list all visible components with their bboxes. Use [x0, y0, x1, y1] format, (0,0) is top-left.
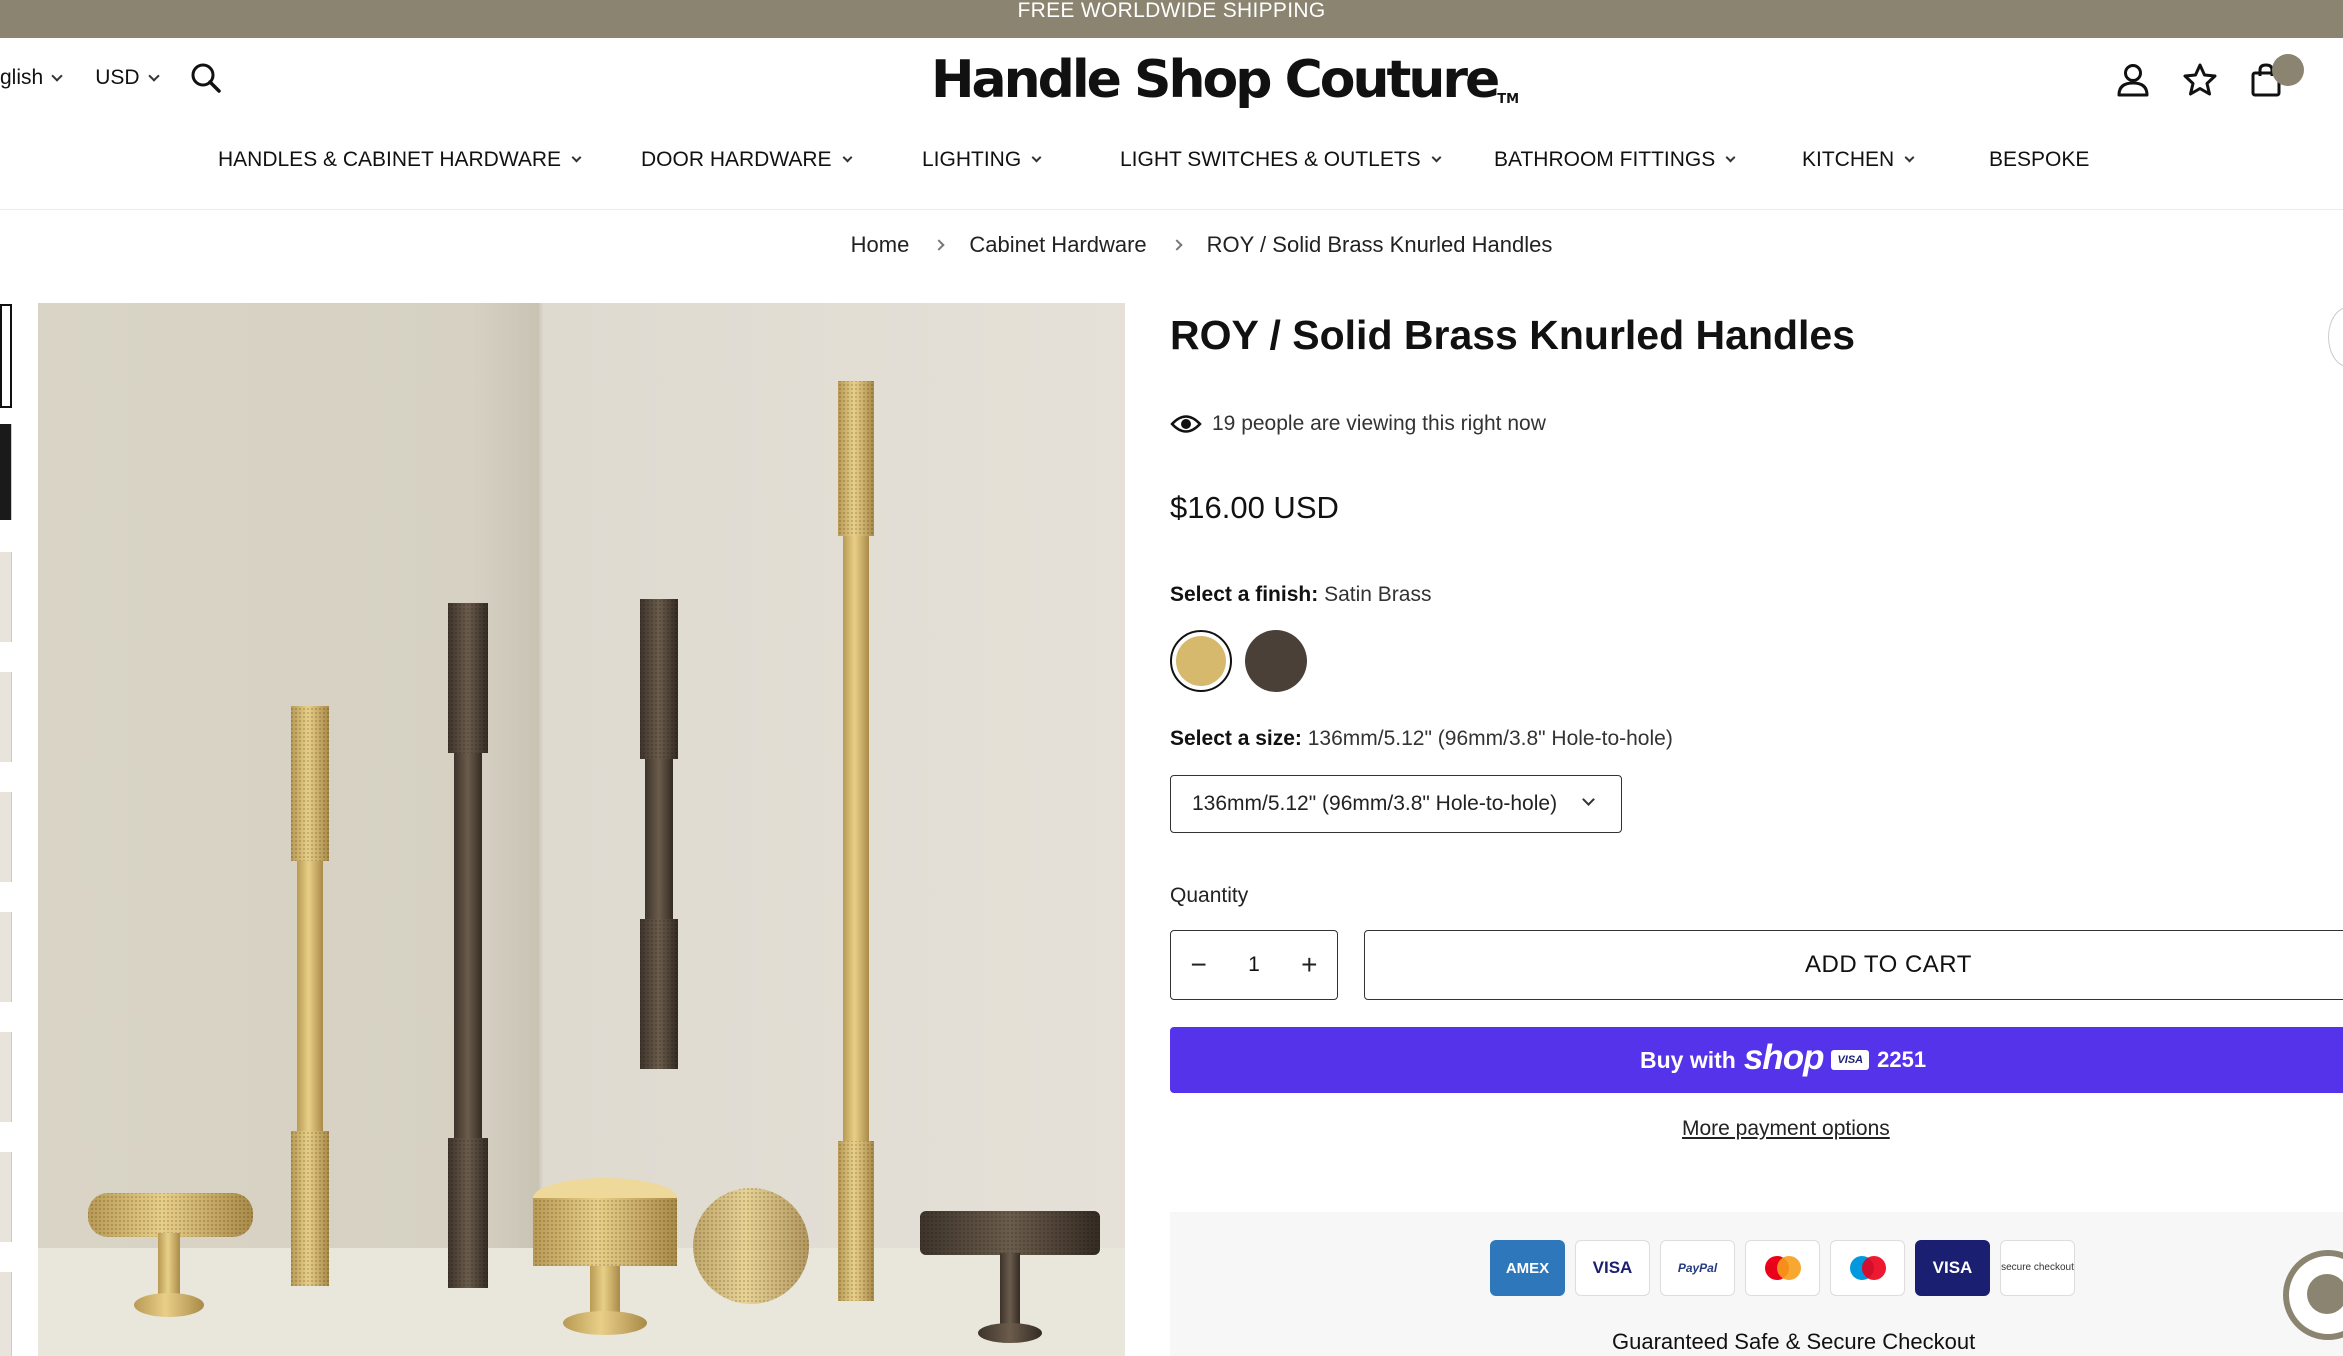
thumbnail[interactable]: [0, 672, 12, 762]
quantity-label: Quantity: [1170, 884, 1249, 907]
nav-item-kitchen[interactable]: KITCHEN: [1802, 148, 1915, 172]
shop-pay-button[interactable]: Buy with shop VISA 2251: [1170, 1027, 2343, 1093]
more-payment-options-link[interactable]: More payment options: [1682, 1117, 1890, 1141]
chevron-down-icon: [1904, 152, 1915, 163]
quantity-input[interactable]: 1: [1226, 953, 1281, 977]
logo-text: Handle Shop Couture: [931, 50, 1500, 110]
nav-item-light-switches[interactable]: LIGHT SWITCHES & OUTLETS: [1120, 148, 1442, 172]
nav-item-bespoke[interactable]: BESPOKE: [1989, 148, 2089, 172]
site-logo[interactable]: Handle Shop CoutureTM: [931, 50, 1519, 110]
nav-label: LIGHT SWITCHES & OUTLETS: [1120, 148, 1421, 171]
announcement-text: FREE WORLDWIDE SHIPPING: [1017, 0, 1326, 22]
chevron-down-icon: [842, 152, 853, 163]
quantity-decrease-button[interactable]: −: [1171, 949, 1226, 981]
breadcrumb-category[interactable]: Cabinet Hardware: [969, 232, 1146, 258]
thumbnail-strip: [0, 300, 14, 1356]
product-image[interactable]: [38, 303, 1125, 1356]
size-value: 136mm/5.12" (96mm/3.8" Hole-to-hole): [1307, 727, 1673, 750]
thumbnail[interactable]: [0, 304, 12, 408]
viewers-notice: 19 people are viewing this right now: [1170, 412, 1546, 436]
shop-pay-logo: shop: [1743, 1038, 1825, 1077]
chevron-down-icon: [51, 69, 63, 82]
finish-label: Select a finish: Satin Brass: [1170, 583, 1431, 607]
announcement-bar: FREE WORLDWIDE SHIPPING: [0, 0, 2343, 38]
cart-count-badge: [2272, 54, 2304, 86]
eye-icon: [1170, 415, 1202, 433]
language-selector[interactable]: glish: [0, 66, 63, 90]
chevron-down-icon: [1431, 152, 1442, 163]
locale-selectors: glish USD: [0, 66, 160, 90]
trust-text: Guaranteed Safe & Secure Checkout: [1612, 1329, 1976, 1354]
nav-item-bathroom[interactable]: BATHROOM FITTINGS: [1494, 148, 1736, 172]
quantity-increase-button[interactable]: +: [1282, 949, 1337, 981]
maestro-icon: [1830, 1240, 1905, 1296]
search-button[interactable]: [188, 60, 224, 96]
chevron-down-icon: [147, 69, 160, 82]
nav-label: DOOR HARDWARE: [641, 148, 832, 171]
thumbnail[interactable]: [0, 1272, 12, 1356]
site-header: glish USD Handle Shop CoutureTM HANDLES …: [0, 38, 2343, 210]
card-last4: 2251: [1877, 1047, 1927, 1072]
payment-cards: AMEX VISA PayPal VISA secure checkout: [1490, 1240, 2075, 1296]
finish-label-title: Select a finish:: [1170, 583, 1319, 606]
thumbnail[interactable]: [0, 792, 12, 882]
chevron-down-icon: [571, 152, 582, 163]
currency-selector[interactable]: USD: [95, 66, 160, 90]
product-photo-illustration: [38, 381, 1125, 1356]
thumbnail[interactable]: [0, 424, 12, 520]
trust-badges: AMEX VISA PayPal VISA secure checkout Gu…: [1170, 1212, 2343, 1356]
visa-card-icon: VISA: [1831, 1050, 1870, 1070]
mastercard-icon: [1745, 1240, 1820, 1296]
chevron-down-icon: [1725, 152, 1736, 163]
breadcrumb-current: ROY / Solid Brass Knurled Handles: [1206, 232, 1553, 257]
nav-item-handles[interactable]: HANDLES & CABINET HARDWARE: [218, 148, 582, 172]
search-icon: [191, 63, 221, 93]
size-select-value: 136mm/5.12" (96mm/3.8" Hole-to-hole): [1192, 792, 1558, 815]
chevron-down-icon: [1582, 793, 1595, 806]
quantity-stepper: − 1 +: [1170, 930, 1338, 1000]
paypal-card-icon: PayPal: [1660, 1240, 1735, 1296]
breadcrumb: Home Cabinet Hardware ROY / Solid Brass …: [0, 232, 2343, 258]
nav-label: LIGHTING: [922, 148, 1022, 171]
viewers-text: 19 people are viewing this right now: [1212, 412, 1546, 435]
finish-swatch-bronze[interactable]: [1245, 630, 1307, 692]
share-button[interactable]: [2328, 307, 2343, 367]
visa-card-icon: VISA: [1915, 1240, 1990, 1296]
size-label-title: Select a size:: [1170, 727, 1302, 750]
nav-label: KITCHEN: [1802, 148, 1895, 171]
wishlist-button[interactable]: [2180, 60, 2220, 100]
finish-value: Satin Brass: [1324, 583, 1432, 606]
nav-label: BESPOKE: [1989, 148, 2090, 171]
nav-item-lighting[interactable]: LIGHTING: [922, 148, 1042, 172]
breadcrumb-home[interactable]: Home: [851, 232, 910, 258]
language-label: glish: [0, 66, 44, 89]
account-button[interactable]: [2113, 60, 2153, 100]
visa-card-icon: VISA: [1575, 1240, 1650, 1296]
star-icon: [2183, 63, 2217, 96]
main-nav: HANDLES & CABINET HARDWARE DOOR HARDWARE…: [0, 148, 2343, 178]
logo-tm: TM: [1497, 92, 1520, 107]
chevron-right-icon: [933, 239, 946, 251]
add-to-cart-button[interactable]: ADD TO CART: [1364, 930, 2343, 1000]
nav-label: BATHROOM FITTINGS: [1494, 148, 1716, 171]
size-select[interactable]: 136mm/5.12" (96mm/3.8" Hole-to-hole): [1170, 775, 1622, 833]
thumbnail[interactable]: [0, 1152, 12, 1242]
size-label: Select a size: 136mm/5.12" (96mm/3.8" Ho…: [1170, 727, 1673, 751]
finish-swatch-satin-brass[interactable]: [1170, 630, 1232, 692]
shop-pay-buy-text: Buy with: [1640, 1046, 1736, 1073]
product-title: ROY / Solid Brass Knurled Handles: [1170, 312, 1856, 358]
chevron-right-icon: [1171, 239, 1183, 251]
secure-checkout-icon: secure checkout: [2000, 1240, 2075, 1296]
thumbnail[interactable]: [0, 1032, 12, 1122]
user-icon: [2117, 64, 2149, 97]
nav-label: HANDLES & CABINET HARDWARE: [218, 148, 562, 171]
product-price: $16.00 USD: [1170, 490, 1339, 525]
nav-item-door-hardware[interactable]: DOOR HARDWARE: [641, 148, 853, 172]
thumbnail[interactable]: [0, 912, 12, 1002]
amex-card-icon: AMEX: [1490, 1240, 1565, 1296]
thumbnail[interactable]: [0, 552, 12, 642]
chevron-down-icon: [1031, 152, 1042, 163]
currency-label: USD: [95, 66, 140, 89]
